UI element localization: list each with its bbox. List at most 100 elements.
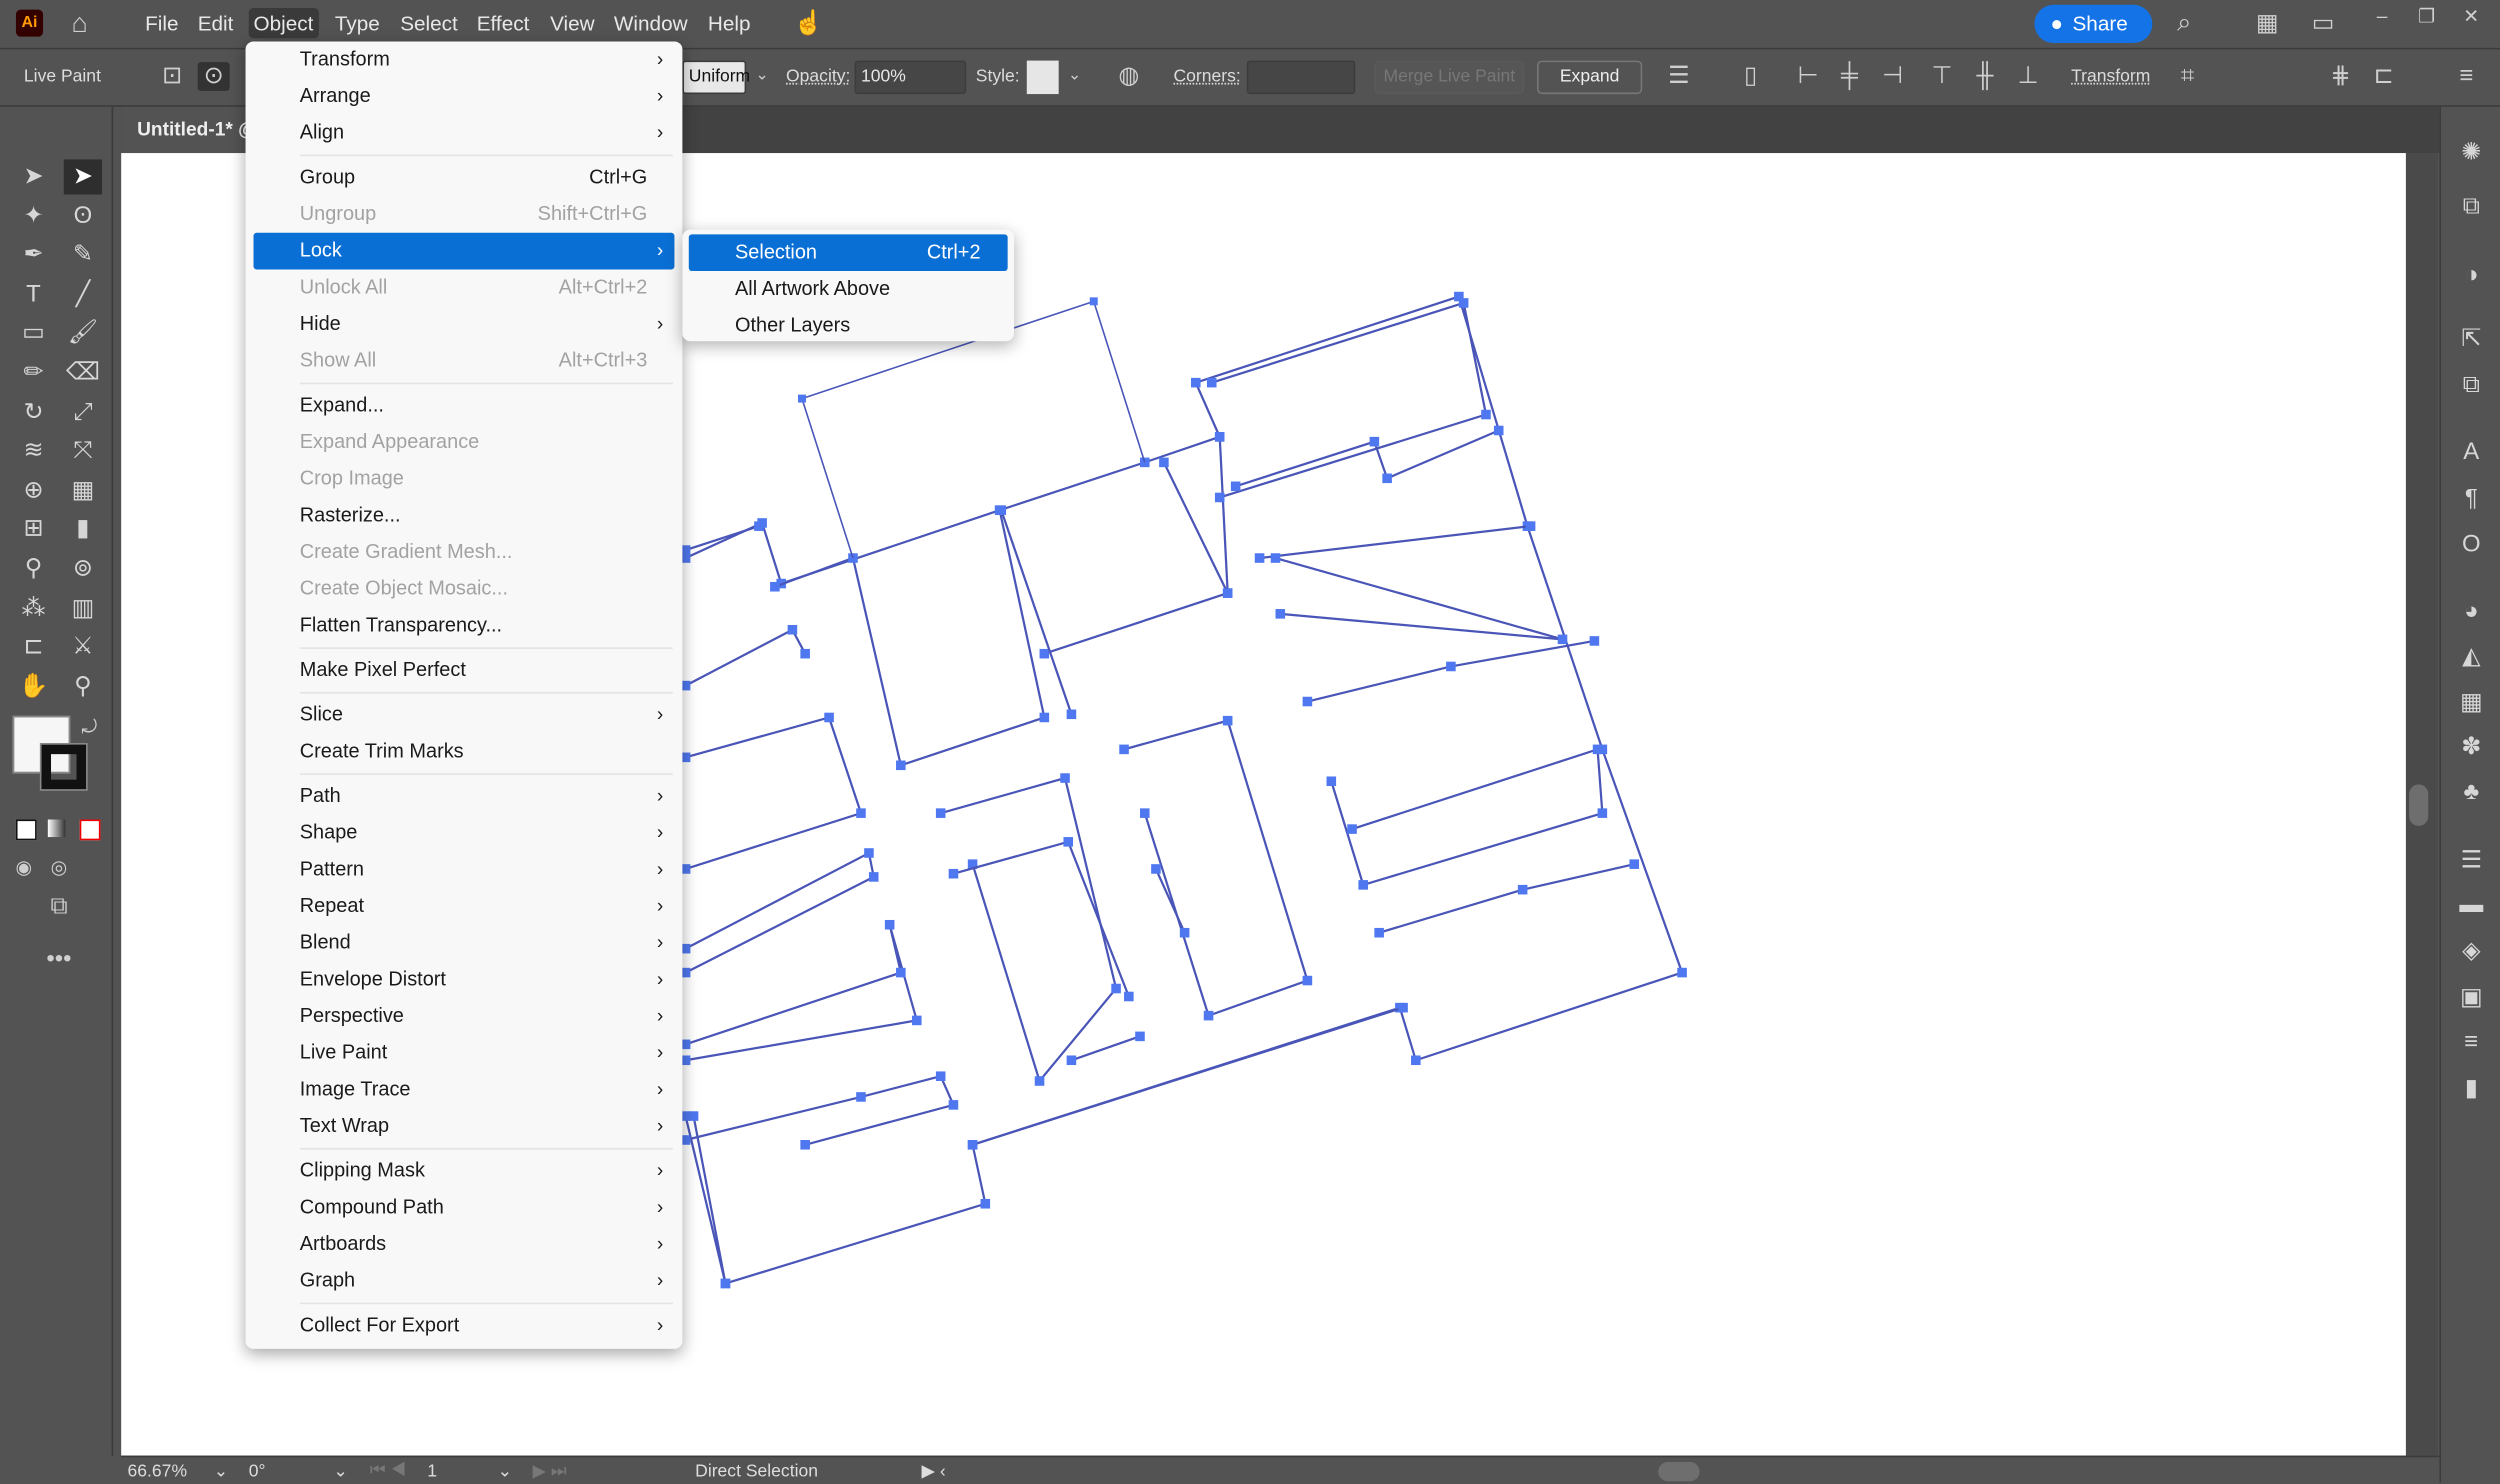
menu-item-pattern[interactable]: Pattern › (246, 851, 683, 888)
anchor-point[interactable] (948, 1100, 959, 1110)
menu-item-artboards[interactable]: Artboards › (246, 1226, 683, 1263)
anchor-point[interactable] (1302, 696, 1313, 707)
menu-item-text-wrap[interactable]: Text Wrap › (246, 1108, 683, 1145)
recolor-artwork-icon[interactable]: ◍ (1113, 62, 1145, 91)
selection-tool-icon[interactable]: ➤ (14, 159, 52, 194)
screen-mode-icon[interactable]: ⧉ (43, 893, 75, 922)
style-swatch[interactable] (1026, 60, 1059, 95)
paragraph-panel-icon[interactable]: ¶ (2454, 482, 2489, 517)
artwork-path[interactable] (685, 525, 760, 552)
artwork-path[interactable] (685, 924, 919, 1062)
anchor-point[interactable] (896, 760, 906, 771)
anchor-point[interactable] (1034, 1076, 1045, 1086)
document-tab[interactable]: Untitled-1* @ (121, 106, 265, 154)
anchor-point[interactable] (1089, 297, 1098, 306)
menu-effect[interactable]: Effect (472, 11, 534, 35)
anchor-point[interactable] (1446, 661, 1456, 672)
anchor-point[interactable] (1677, 967, 1687, 978)
blend-tool-icon[interactable]: ⊚ (64, 552, 102, 587)
menu-item-group[interactable]: Group Ctrl+G (246, 159, 683, 196)
menu-item-envelope-distort[interactable]: Envelope Distort › (246, 961, 683, 998)
anchor-point[interactable] (1206, 377, 1217, 388)
anchor-point[interactable] (1159, 457, 1169, 468)
menu-item-collect-for-export[interactable]: Collect For Export › (246, 1307, 683, 1344)
anchor-point[interactable] (1592, 744, 1603, 755)
anchor-point[interactable] (1369, 436, 1380, 447)
artwork-path[interactable] (1275, 556, 1563, 641)
export-panel-icon[interactable]: ⇱ (2454, 322, 2489, 357)
swap-fill-stroke-icon[interactable]: ⤾ (73, 713, 105, 742)
first-artboard-icon[interactable]: ⏮ ◀ (370, 1460, 406, 1481)
color-panel-icon[interactable]: ◕ (2454, 595, 2489, 630)
anchor-point[interactable] (754, 521, 764, 531)
anchor-point[interactable] (1222, 715, 1233, 726)
anchor-point[interactable] (1517, 884, 1528, 895)
anchor-point[interactable] (1151, 864, 1161, 874)
color-guide-panel-icon[interactable]: ◭ (2454, 639, 2489, 674)
align-center-icon[interactable]: ╪ (1834, 62, 1866, 91)
draw-behind-icon[interactable]: ◎ (43, 853, 75, 882)
chevron-down-icon[interactable]: ⌄ (333, 1460, 348, 1481)
chevron-down-icon[interactable]: ⌄ (214, 1460, 229, 1481)
anchor-point[interactable] (1374, 927, 1384, 938)
anchor-point[interactable] (864, 848, 874, 858)
anchor-point[interactable] (980, 1198, 991, 1209)
perspective-grid-tool-icon[interactable]: ▦ (64, 473, 102, 508)
anchor-point[interactable] (1135, 1031, 1145, 1042)
anchor-point[interactable] (1124, 991, 1134, 1002)
rotate-tool-icon[interactable]: ↻ (14, 395, 52, 430)
workspace-icon[interactable]: ▭ (2307, 10, 2339, 39)
anchor-point[interactable] (1222, 588, 1233, 598)
submenu-item-other-layers[interactable]: Other Layers (682, 308, 1014, 345)
menu-item-graph[interactable]: Graph › (246, 1263, 683, 1300)
expand-button[interactable]: Expand (1536, 60, 1643, 95)
curvature-tool-icon[interactable]: ✎ (64, 238, 102, 273)
anchor-point[interactable] (1066, 1055, 1077, 1066)
eraser-tool-icon[interactable]: ⌫ (64, 356, 102, 391)
anchor-point[interactable] (1398, 1002, 1408, 1013)
anchor-point[interactable] (1039, 648, 1050, 659)
menu-help[interactable]: Help (703, 11, 755, 35)
anchor-point[interactable] (1119, 744, 1129, 755)
artwork-path[interactable] (1378, 863, 1635, 934)
anchor-point[interactable] (1063, 837, 1074, 847)
menu-item-repeat[interactable]: Repeat › (246, 888, 683, 925)
artwork-path[interactable] (685, 1074, 955, 1146)
layers-panel-icon[interactable]: ◈ (2454, 934, 2489, 969)
anchor-point[interactable] (688, 1111, 699, 1121)
artwork-path[interactable] (685, 851, 875, 974)
stroke-swatch[interactable] (39, 742, 88, 791)
menu-item-transform[interactable]: Transform › (246, 41, 683, 78)
isolate-icon[interactable]: ⊡ (156, 62, 188, 91)
home-icon[interactable]: ⌂ (64, 9, 96, 39)
align-bottom-icon[interactable]: ⊥ (2012, 62, 2044, 91)
lasso-tool-icon[interactable]: ʘ (64, 199, 102, 234)
swatches-panel-icon[interactable]: ▦ (2454, 686, 2489, 721)
menu-item-create-trim-marks[interactable]: Create Trim Marks (246, 733, 683, 770)
transform-link[interactable]: Transform (2071, 67, 2150, 86)
appearance-panel-icon[interactable]: ◑ (2454, 258, 2489, 293)
artwork-path[interactable] (684, 295, 1684, 1285)
panel-menu-icon[interactable]: ≡ (2451, 62, 2483, 91)
magic-wand-tool-icon[interactable]: ✦ (14, 199, 52, 234)
more-tools-icon[interactable]: ••• (43, 945, 75, 974)
artwork-path[interactable] (1218, 436, 1229, 594)
menu-item-slice[interactable]: Slice › (246, 697, 683, 734)
target-icon[interactable]: ⊙ (197, 62, 230, 91)
anchor-point[interactable] (1270, 553, 1281, 563)
menu-edit[interactable]: Edit (193, 11, 238, 35)
document-setup-icon[interactable]: ☰ (1663, 62, 1695, 91)
artwork-path[interactable] (692, 1115, 727, 1284)
anchor-point[interactable] (1557, 634, 1568, 645)
corners-field[interactable] (1246, 60, 1356, 95)
search-icon[interactable]: ⌕ (2168, 10, 2200, 39)
menu-item-make-pixel-perfect[interactable]: Make Pixel Perfect (246, 652, 683, 689)
gpu-touch-icon[interactable]: ☝ (792, 10, 824, 39)
anchor-point[interactable] (720, 1278, 731, 1289)
paintbrush-tool-icon[interactable]: 🖌 (64, 316, 102, 351)
anchor-point[interactable] (996, 505, 1007, 515)
anchor-point[interactable] (1493, 425, 1504, 436)
stroke-profile-select[interactable]: Uniform (682, 60, 750, 95)
anchor-point[interactable] (1139, 808, 1150, 818)
chevron-down-icon[interactable]: ⌄ (746, 62, 778, 91)
